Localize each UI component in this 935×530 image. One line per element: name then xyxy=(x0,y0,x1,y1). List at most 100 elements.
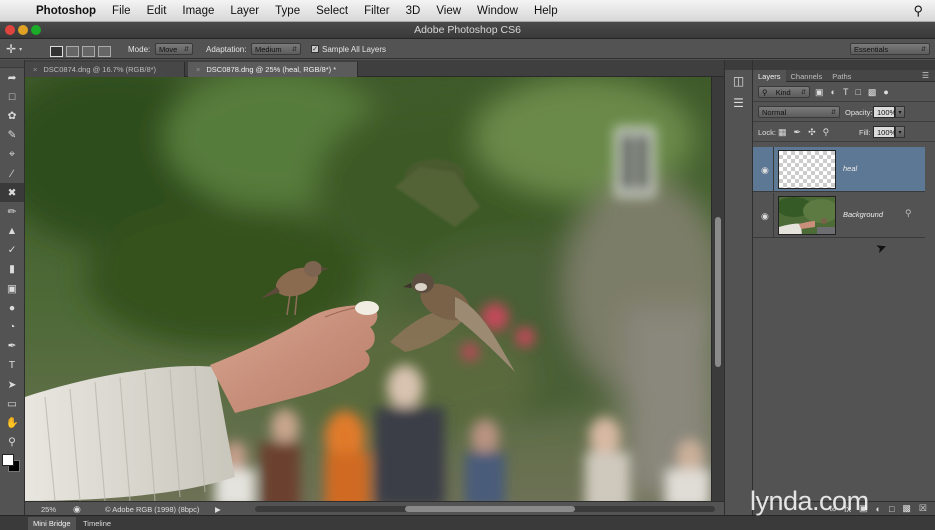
foreground-color-swatch[interactable] xyxy=(2,453,14,466)
vertical-scrollbar[interactable] xyxy=(711,77,724,501)
tab-timeline[interactable]: Timeline xyxy=(78,517,116,530)
menu-edit[interactable]: Edit xyxy=(139,5,175,17)
opacity-slider-toggle[interactable]: ▾ xyxy=(895,106,905,118)
search-icon[interactable]: ⚲ xyxy=(913,3,923,19)
delete-layer-icon[interactable]: ☒ xyxy=(919,503,927,514)
opacity-field[interactable]: 100% ▾ xyxy=(873,106,905,118)
intersect-selection-icon[interactable] xyxy=(98,45,111,57)
layer-name[interactable]: Background xyxy=(843,210,883,219)
adjustment-filter-icon[interactable]: ◐ xyxy=(831,87,836,97)
dock-header[interactable] xyxy=(725,60,752,70)
tab-layers[interactable]: Layers xyxy=(753,70,786,82)
eye-icon[interactable]: ◉ xyxy=(761,165,769,176)
lock-icons: ▦ ✒ ✣ ⚲ xyxy=(778,126,829,138)
tab-channels[interactable]: Channels xyxy=(786,70,828,82)
fill-value[interactable]: 100% xyxy=(873,126,896,138)
menu-type[interactable]: Type xyxy=(267,5,308,17)
quick-select-tool-icon[interactable]: ✎ xyxy=(0,126,24,145)
document-tab-2[interactable]: × DSC0878.dng @ 25% (heal, RGB/8*) * xyxy=(188,62,358,77)
filter-toggle-icon[interactable]: ● xyxy=(883,87,888,97)
history-panel-icon[interactable]: ◫ xyxy=(725,70,752,92)
horizontal-scrollbar[interactable] xyxy=(255,502,715,516)
marquee-tool-icon[interactable]: □ xyxy=(0,87,24,106)
horizontal-scroll-thumb[interactable] xyxy=(405,506,575,512)
lock-pixels-icon[interactable]: ✒ xyxy=(794,127,802,138)
layer-heal[interactable]: ◉ heal xyxy=(753,147,925,192)
crop-tool-icon[interactable]: ⌖ xyxy=(0,145,24,164)
document-canvas[interactable] xyxy=(25,77,711,501)
color-swatches[interactable] xyxy=(0,452,24,480)
pixel-filter-icon[interactable]: ▣ xyxy=(815,87,824,98)
eye-icon[interactable]: ◉ xyxy=(761,211,769,222)
shape-filter-icon[interactable]: □ xyxy=(855,87,860,97)
clone-stamp-tool-icon[interactable]: ▲ xyxy=(0,222,24,241)
fill-field[interactable]: 100% ▾ xyxy=(873,126,905,138)
new-layer-icon[interactable]: ▩ xyxy=(902,503,911,514)
close-tab-icon[interactable]: × xyxy=(196,65,200,74)
gradient-tool-icon[interactable]: ▣ xyxy=(0,279,24,298)
properties-panel-icon[interactable]: ☰ xyxy=(725,92,752,114)
adaptation-dropdown[interactable]: Medium ⇵ xyxy=(251,39,301,59)
mode-dropdown[interactable]: Move ⇵ xyxy=(155,39,193,59)
status-share-icon[interactable]: ◉ xyxy=(73,502,81,516)
vertical-scroll-thumb[interactable] xyxy=(715,217,721,367)
chevron-updown-icon: ⇵ xyxy=(920,46,926,53)
move-tool-icon[interactable]: ➦ xyxy=(0,68,24,87)
path-select-tool-icon[interactable]: ➤ xyxy=(0,375,24,394)
shape-tool-icon[interactable]: ▭ xyxy=(0,394,24,413)
panel-grip[interactable] xyxy=(0,60,24,68)
blur-tool-icon[interactable]: ● xyxy=(0,298,24,317)
add-to-selection-icon[interactable] xyxy=(66,45,79,57)
window-title: Adobe Photoshop CS6 xyxy=(414,24,521,36)
menu-file[interactable]: File xyxy=(104,5,139,17)
lock-position-icon[interactable]: ✣ xyxy=(808,127,816,138)
close-tab-icon[interactable]: × xyxy=(33,65,37,74)
fill-slider-toggle[interactable]: ▾ xyxy=(895,126,905,138)
history-brush-tool-icon[interactable]: ✓ xyxy=(0,241,24,260)
eyedropper-tool-icon[interactable]: ∕ xyxy=(0,164,24,183)
menu-filter[interactable]: Filter xyxy=(356,5,398,17)
pen-tool-icon[interactable]: ✒ xyxy=(0,337,24,356)
lock-transparent-icon[interactable]: ▦ xyxy=(778,127,787,138)
status-menu-arrow[interactable]: ▶ xyxy=(215,502,221,516)
menu-select[interactable]: Select xyxy=(308,5,356,17)
layer-name[interactable]: heal xyxy=(843,164,857,173)
tool-preset-picker[interactable]: ✛ ▾ xyxy=(6,39,40,59)
opacity-value[interactable]: 100% xyxy=(873,106,896,118)
menu-3d[interactable]: 3D xyxy=(398,5,429,17)
zoom-tool-icon[interactable]: ⚲ xyxy=(0,433,24,452)
sample-all-layers-toggle[interactable]: ✓ Sample All Layers xyxy=(311,39,386,59)
layer-background[interactable]: ◉ Background ⚲ xyxy=(753,193,925,238)
tab-mini-bridge[interactable]: Mini Bridge xyxy=(28,517,76,530)
blend-mode-dropdown[interactable]: Normal ⇵ xyxy=(758,106,840,118)
new-group-icon[interactable]: □ xyxy=(889,504,894,514)
checkbox[interactable]: ✓ xyxy=(311,45,319,53)
filter-kind-dropdown[interactable]: ⚲ Kind ⇵ xyxy=(758,86,810,98)
menu-window[interactable]: Window xyxy=(469,5,526,17)
tab-paths[interactable]: Paths xyxy=(827,70,856,82)
menu-photoshop[interactable]: Photoshop xyxy=(28,5,104,17)
lasso-tool-icon[interactable]: ✿ xyxy=(0,106,24,125)
document-tab-1[interactable]: × DSC0874.dng @ 16.7% (RGB/8*) xyxy=(25,62,185,77)
menu-help[interactable]: Help xyxy=(526,5,566,17)
eraser-tool-icon[interactable]: ▮ xyxy=(0,260,24,279)
panel-menu-icon[interactable]: ☰ xyxy=(922,70,935,81)
smart-object-filter-icon[interactable]: ▩ xyxy=(868,87,877,98)
subtract-from-selection-icon[interactable] xyxy=(82,45,95,57)
content-aware-move-tool-icon[interactable]: ✖ xyxy=(0,183,24,203)
lock-all-icon[interactable]: ⚲ xyxy=(823,127,830,138)
menu-layer[interactable]: Layer xyxy=(222,5,267,17)
type-filter-icon[interactable]: T xyxy=(843,87,849,97)
hand-tool-icon[interactable]: ✋ xyxy=(0,413,24,432)
workspace-dropdown[interactable]: Essentials ⇵ xyxy=(850,39,930,59)
menu-image[interactable]: Image xyxy=(174,5,222,17)
menu-view[interactable]: View xyxy=(428,5,469,17)
panel-header[interactable] xyxy=(753,60,935,70)
zoom-level[interactable]: 25% xyxy=(41,502,56,516)
dodge-tool-icon[interactable]: ◔ xyxy=(0,317,24,336)
type-tool-icon[interactable]: T xyxy=(0,356,24,375)
new-selection-icon[interactable] xyxy=(50,45,63,57)
brush-tool-icon[interactable]: ✏ xyxy=(0,202,24,221)
content-aware-move-icon: ✛ xyxy=(6,42,17,56)
new-adjustment-layer-icon[interactable]: ◐ xyxy=(876,504,881,514)
